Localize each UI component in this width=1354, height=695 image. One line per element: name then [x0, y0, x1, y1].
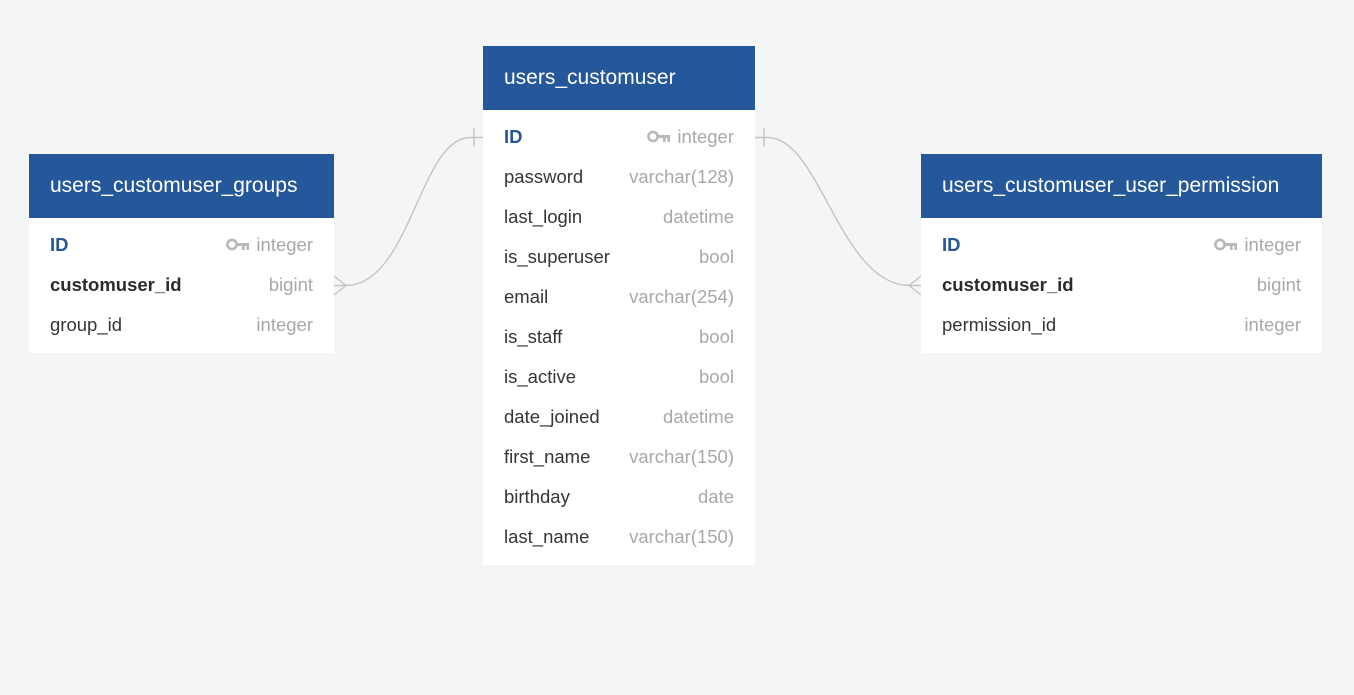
field-type: integer	[1244, 314, 1301, 335]
field-type: varchar(128)	[629, 166, 734, 187]
table-users-customuser-user-permission[interactable]: users_customuser_user_permission ID inte…	[921, 154, 1322, 353]
field-type: varchar(150)	[629, 446, 734, 467]
field-type: integer	[647, 117, 734, 157]
field-row[interactable]: customuser_id bigint	[29, 265, 334, 305]
table-fields: ID integer customuser_id bigint permissi…	[921, 218, 1322, 353]
field-type-label: integer	[677, 126, 734, 147]
field-name: customuser_id	[942, 274, 1074, 295]
field-row[interactable]: password varchar(128)	[483, 157, 755, 197]
key-icon	[1214, 238, 1238, 251]
field-type-label: integer	[1244, 234, 1301, 255]
field-row[interactable]: group_id integer	[29, 305, 334, 345]
field-type: integer	[256, 314, 313, 335]
field-name: ID	[50, 234, 69, 255]
key-icon	[647, 130, 671, 143]
key-icon	[226, 238, 250, 251]
relationship-line-permissions[interactable]	[755, 136, 921, 287]
field-type: datetime	[663, 206, 734, 227]
field-row[interactable]: birthday date	[483, 477, 755, 517]
field-type: bigint	[1256, 274, 1301, 295]
field-row[interactable]: customuser_id bigint	[921, 265, 1322, 305]
field-type: datetime	[663, 406, 734, 427]
field-name: last_login	[504, 206, 583, 227]
field-name: first_name	[504, 446, 591, 467]
field-name: password	[504, 166, 584, 187]
field-name: is_staff	[504, 326, 563, 347]
field-name: is_active	[504, 366, 576, 387]
field-row[interactable]: ID integer	[921, 225, 1322, 265]
field-row[interactable]: is_active bool	[483, 357, 755, 397]
field-row[interactable]: ID integer	[29, 225, 334, 265]
field-name: is_superuser	[504, 246, 610, 267]
field-type: date	[697, 486, 734, 507]
field-name: customuser_id	[50, 274, 182, 295]
field-name: group_id	[50, 314, 123, 335]
field-type: bool	[699, 366, 734, 387]
field-type: bool	[699, 246, 734, 267]
field-row[interactable]: last_name varchar(150)	[483, 517, 755, 557]
field-name: date_joined	[504, 406, 600, 427]
field-type: integer	[1214, 225, 1301, 265]
field-row[interactable]: email varchar(254)	[483, 277, 755, 317]
table-users-customuser[interactable]: users_customuser ID integer password var…	[483, 46, 755, 565]
field-name: email	[504, 286, 549, 307]
relationship-line-groups[interactable]	[334, 136, 483, 287]
table-fields: ID integer password varchar(128) last_lo…	[483, 110, 755, 565]
field-name: birthday	[504, 486, 570, 507]
field-name: ID	[504, 126, 523, 147]
table-title[interactable]: users_customuser_groups	[29, 154, 334, 218]
field-name: last_name	[504, 526, 590, 547]
field-row[interactable]: permission_id integer	[921, 305, 1322, 345]
table-title[interactable]: users_customuser	[483, 46, 755, 110]
table-users-customuser-groups[interactable]: users_customuser_groups ID integer custo…	[29, 154, 334, 353]
field-row[interactable]: first_name varchar(150)	[483, 437, 755, 477]
field-type: bool	[699, 326, 734, 347]
field-row[interactable]: last_login datetime	[483, 197, 755, 237]
field-row[interactable]: date_joined datetime	[483, 397, 755, 437]
field-type: varchar(150)	[629, 526, 734, 547]
field-name: permission_id	[942, 314, 1057, 335]
field-name: ID	[942, 234, 961, 255]
table-fields: ID integer customuser_id bigint group_id…	[29, 218, 334, 353]
field-type-label: integer	[256, 234, 313, 255]
field-row[interactable]: ID integer	[483, 117, 755, 157]
field-row[interactable]: is_superuser bool	[483, 237, 755, 277]
field-row[interactable]: is_staff bool	[483, 317, 755, 357]
field-type: integer	[226, 225, 313, 265]
field-type: varchar(254)	[629, 286, 734, 307]
table-title[interactable]: users_customuser_user_permission	[921, 154, 1322, 218]
field-type: bigint	[268, 274, 313, 295]
